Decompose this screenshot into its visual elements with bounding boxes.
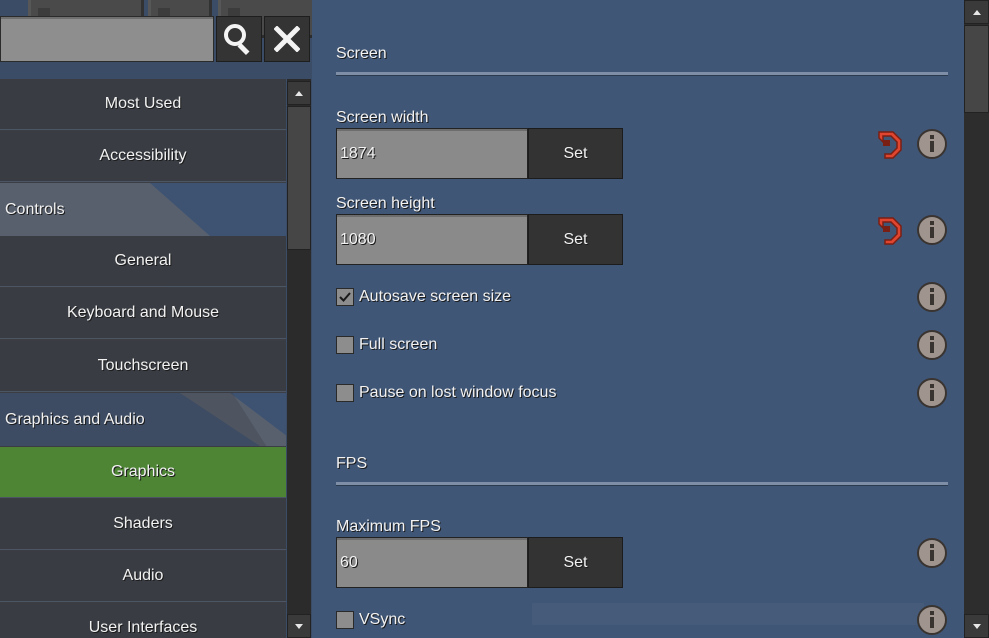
section-divider bbox=[336, 482, 948, 486]
search-input[interactable] bbox=[0, 16, 214, 62]
sidebar-item-user-interfaces[interactable]: User Interfaces bbox=[0, 603, 286, 638]
info-icon[interactable] bbox=[916, 128, 948, 160]
max-fps-set-button[interactable]: Set bbox=[528, 537, 623, 588]
info-icon[interactable] bbox=[916, 604, 948, 636]
sidebar-scrollbar[interactable] bbox=[287, 79, 311, 638]
set-button-label: Set bbox=[563, 553, 588, 571]
sidebar-item-accessibility[interactable]: Accessibility bbox=[0, 131, 286, 182]
screen-height-value: 1080 bbox=[340, 230, 376, 248]
sidebar-item-label: Graphics bbox=[110, 463, 176, 480]
sidebar-item-label: Most Used bbox=[104, 95, 182, 112]
settings-scrollbar[interactable] bbox=[964, 0, 989, 638]
sidebar-item-label: General bbox=[114, 252, 172, 269]
info-icon[interactable] bbox=[916, 537, 948, 569]
chevron-up-icon bbox=[972, 9, 981, 15]
chevron-up-icon bbox=[295, 90, 303, 96]
screen-height-set-button[interactable]: Set bbox=[528, 214, 623, 265]
autosave-label: Autosave screen size bbox=[359, 288, 512, 305]
settings-panel: Screen Screen width 1874 Set Screen heig… bbox=[312, 0, 964, 638]
section-title-screen: Screen bbox=[336, 45, 387, 62]
sidebar-header-label: Graphics and Audio bbox=[5, 410, 145, 428]
sidebar-scroll-down-button[interactable] bbox=[287, 614, 311, 638]
max-fps-input[interactable]: 60 bbox=[336, 537, 528, 588]
screen-width-input[interactable]: 1874 bbox=[336, 128, 528, 179]
sidebar-header-graphics-audio[interactable]: Graphics and Audio bbox=[0, 394, 286, 445]
decor-bar bbox=[532, 603, 924, 625]
sidebar-item-label: Shaders bbox=[113, 515, 173, 532]
sidebar-item-general[interactable]: General bbox=[0, 236, 286, 287]
sidebar-item-graphics[interactable]: Graphics bbox=[0, 447, 286, 498]
set-button-label: Set bbox=[563, 230, 588, 248]
pause-focus-label: Pause on lost window focus bbox=[359, 384, 557, 401]
info-icon[interactable] bbox=[916, 214, 948, 246]
sidebar-header-label: Controls bbox=[5, 200, 65, 218]
sidebar-item-label: Audio bbox=[122, 567, 164, 584]
sidebar-item-label: Accessibility bbox=[99, 147, 187, 164]
sidebar-header-controls[interactable]: Controls bbox=[0, 184, 286, 235]
sidebar-item-shaders[interactable]: Shaders bbox=[0, 499, 286, 550]
screen-height-input[interactable]: 1080 bbox=[336, 214, 528, 265]
screen-width-set-button[interactable]: Set bbox=[528, 128, 623, 179]
pause-focus-checkbox[interactable] bbox=[336, 384, 354, 402]
section-divider bbox=[336, 72, 948, 76]
section-title-fps: FPS bbox=[336, 455, 368, 472]
vsync-checkbox[interactable] bbox=[336, 611, 354, 629]
reset-icon[interactable] bbox=[874, 128, 906, 160]
settings-sidebar: Most Used Accessibility Controls General… bbox=[0, 79, 286, 638]
clear-search-button[interactable] bbox=[264, 16, 310, 62]
sidebar-item-label: Touchscreen bbox=[97, 357, 189, 374]
sidebar-item-label: User Interfaces bbox=[88, 619, 198, 636]
info-icon[interactable] bbox=[916, 281, 948, 313]
chevron-down-icon bbox=[972, 623, 981, 629]
sidebar-item-keyboard-mouse[interactable]: Keyboard and Mouse bbox=[0, 288, 286, 339]
screen-height-label: Screen height bbox=[336, 195, 435, 212]
info-icon[interactable] bbox=[916, 377, 948, 409]
settings-scroll-up-button[interactable] bbox=[964, 0, 989, 24]
autosave-checkbox[interactable] bbox=[336, 288, 354, 306]
sidebar-item-audio[interactable]: Audio bbox=[0, 551, 286, 602]
settings-scroll-down-button[interactable] bbox=[964, 614, 989, 638]
max-fps-label: Maximum FPS bbox=[336, 518, 441, 535]
sidebar-item-label: Keyboard and Mouse bbox=[66, 304, 220, 321]
reset-icon[interactable] bbox=[874, 214, 906, 246]
vsync-label: VSync bbox=[359, 611, 406, 628]
screen-width-label: Screen width bbox=[336, 109, 429, 126]
checkmark-icon bbox=[339, 292, 351, 302]
close-icon bbox=[274, 26, 300, 52]
sidebar-scroll-thumb[interactable] bbox=[287, 106, 311, 250]
max-fps-value: 60 bbox=[340, 553, 358, 571]
chevron-down-icon bbox=[295, 623, 303, 629]
settings-scroll-thumb[interactable] bbox=[964, 25, 989, 113]
sidebar-item-touchscreen[interactable]: Touchscreen bbox=[0, 341, 286, 392]
sidebar-scroll-up-button[interactable] bbox=[287, 81, 311, 105]
sidebar-item-most-used[interactable]: Most Used bbox=[0, 79, 286, 130]
fullscreen-label: Full screen bbox=[359, 336, 438, 353]
fullscreen-checkbox[interactable] bbox=[336, 336, 354, 354]
search-icon bbox=[224, 24, 250, 56]
screen-width-value: 1874 bbox=[340, 144, 376, 162]
search-button[interactable] bbox=[216, 16, 262, 62]
set-button-label: Set bbox=[563, 144, 588, 162]
info-icon[interactable] bbox=[916, 329, 948, 361]
